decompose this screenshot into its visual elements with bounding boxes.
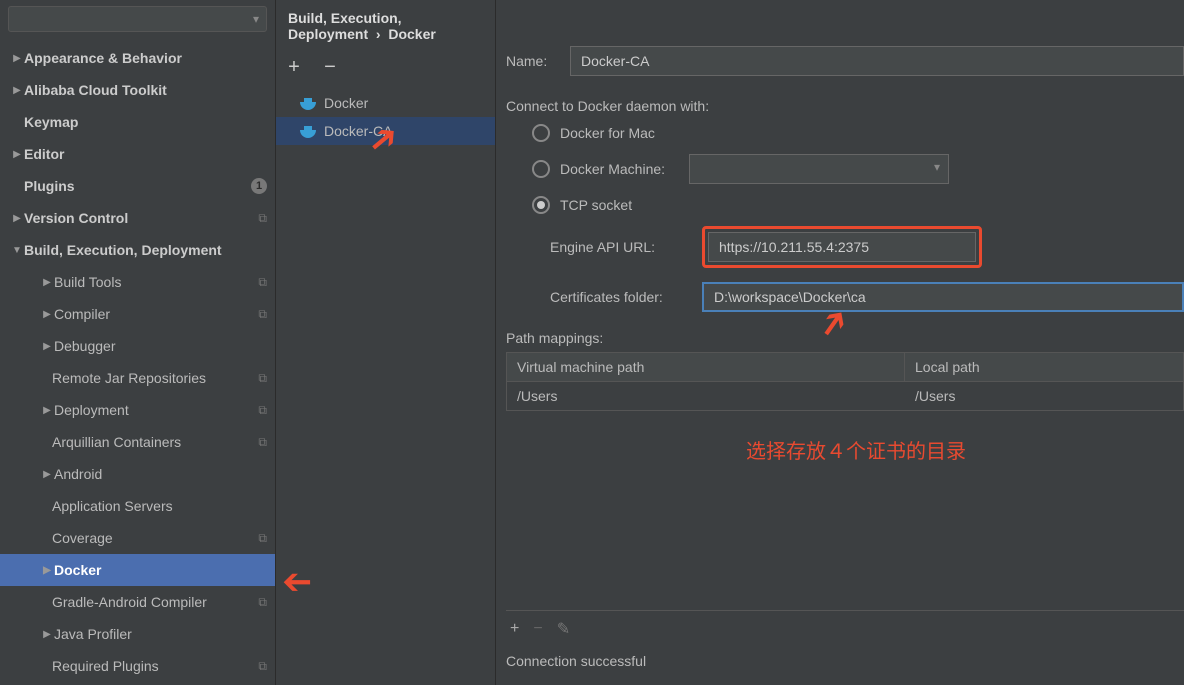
radio-docker-machine[interactable] — [532, 160, 550, 178]
breadcrumb-parent[interactable]: Build, Execution, Deployment — [288, 10, 402, 42]
tree-item-compiler[interactable]: ▶Compiler⧉ — [0, 298, 275, 330]
tree-item-appservers[interactable]: Application Servers — [0, 490, 275, 522]
edit-mapping-button[interactable]: ✎ — [557, 619, 570, 639]
tree-item-coverage[interactable]: Coverage⧉ — [0, 522, 275, 554]
docker-list-panel: Build, Execution, Deployment › Docker + … — [276, 0, 496, 685]
docker-item[interactable]: Docker — [276, 89, 495, 117]
chevron-right-icon: ▶ — [40, 469, 54, 480]
radio-tcp-socket[interactable] — [532, 196, 550, 214]
add-mapping-button[interactable]: + — [510, 620, 519, 638]
docker-icon — [300, 124, 316, 138]
tree-item-deployment[interactable]: ▶Deployment⧉ — [0, 394, 275, 426]
cert-folder-input[interactable] — [702, 282, 1184, 312]
plugins-badge: 1 — [251, 178, 267, 194]
docker-item-ca[interactable]: Docker-CA — [276, 117, 495, 145]
settings-tree: ▶Appearance & Behavior ▶Alibaba Cloud To… — [0, 38, 275, 685]
docker-item-label: Docker-CA — [324, 123, 392, 139]
name-label: Name: — [506, 53, 570, 69]
scope-icon: ⧉ — [258, 275, 267, 290]
docker-item-label: Docker — [324, 95, 368, 111]
remove-button[interactable]: − — [320, 56, 340, 79]
tree-item-remotejar[interactable]: Remote Jar Repositories⧉ — [0, 362, 275, 394]
tree-item-plugins[interactable]: Plugins1 — [0, 170, 275, 202]
scope-icon: ⧉ — [258, 403, 267, 418]
tree-item-android[interactable]: ▶Android — [0, 458, 275, 490]
scope-icon: ⧉ — [258, 659, 267, 674]
tree-item-build[interactable]: ▼Build, Execution, Deployment — [0, 234, 275, 266]
docker-machine-combo[interactable] — [689, 154, 949, 184]
tree-item-javaprofiler[interactable]: ▶Java Profiler — [0, 618, 275, 650]
docker-icon — [300, 96, 316, 110]
connect-label: Connect to Docker daemon with: — [506, 98, 1184, 114]
tree-item-docker[interactable]: ▶Docker — [0, 554, 275, 586]
add-button[interactable]: + — [284, 56, 304, 79]
chevron-right-icon: ▶ — [10, 149, 24, 160]
scope-icon: ⧉ — [258, 371, 267, 386]
tree-item-gradle[interactable]: Gradle-Android Compiler⧉ — [0, 586, 275, 618]
tree-item-required[interactable]: Required Plugins⧉ — [0, 650, 275, 682]
tree-item-vcs[interactable]: ▶Version Control⧉ — [0, 202, 275, 234]
docker-config-panel: Name: Connect to Docker daemon with: Doc… — [496, 0, 1184, 685]
chevron-right-icon: ▶ — [40, 565, 54, 576]
remove-mapping-button[interactable]: − — [533, 620, 542, 638]
search-input[interactable] — [8, 6, 267, 32]
breadcrumb: Build, Execution, Deployment › Docker — [276, 0, 495, 52]
settings-sidebar: Q ▾ ▶Appearance & Behavior ▶Alibaba Clou… — [0, 0, 276, 685]
breadcrumb-current: Docker — [388, 26, 435, 42]
tree-item-keymap[interactable]: Keymap — [0, 106, 275, 138]
tree-item-debugger[interactable]: ▶Debugger — [0, 330, 275, 362]
chevron-down-icon: ▼ — [10, 245, 24, 256]
chevron-right-icon: ▶ — [40, 309, 54, 320]
tree-item-alibaba[interactable]: ▶Alibaba Cloud Toolkit — [0, 74, 275, 106]
name-input[interactable] — [570, 46, 1184, 76]
col-local-path[interactable]: Local path — [905, 353, 1183, 381]
cert-folder-label: Certificates folder: — [550, 289, 702, 305]
annotation-highlight — [702, 226, 982, 268]
col-virtual-path[interactable]: Virtual machine path — [507, 353, 905, 381]
scope-icon: ⧉ — [258, 435, 267, 450]
path-mappings-label: Path mappings: — [506, 330, 1184, 346]
scope-icon: ⧉ — [258, 211, 267, 226]
tree-item-editor[interactable]: ▶Editor — [0, 138, 275, 170]
dropdown-icon[interactable]: ▾ — [253, 12, 259, 26]
scope-icon: ⧉ — [258, 595, 267, 610]
radio-docker-mac[interactable] — [532, 124, 550, 142]
chevron-right-icon: ▶ — [40, 277, 54, 288]
path-mappings-table: Virtual machine path Local path /Users /… — [506, 352, 1184, 411]
engine-url-label: Engine API URL: — [550, 239, 702, 255]
scope-icon: ⧉ — [258, 307, 267, 322]
chevron-right-icon: ▶ — [10, 53, 24, 64]
tree-item-buildtools[interactable]: ▶Build Tools⧉ — [0, 266, 275, 298]
chevron-right-icon: ▶ — [40, 341, 54, 352]
tree-item-arquillian[interactable]: Arquillian Containers⧉ — [0, 426, 275, 458]
chevron-right-icon: ▶ — [40, 405, 54, 416]
connection-status: Connection successful — [506, 647, 1184, 685]
tree-item-appearance[interactable]: ▶Appearance & Behavior — [0, 42, 275, 74]
chevron-right-icon: ▶ — [40, 629, 54, 640]
chevron-right-icon: ▶ — [10, 85, 24, 96]
annotation-text: 选择存放４个证书的目录 — [746, 435, 1184, 464]
table-row[interactable]: /Users /Users — [507, 382, 1183, 410]
engine-url-input[interactable] — [708, 232, 976, 262]
scope-icon: ⧉ — [258, 531, 267, 546]
chevron-right-icon: ▶ — [10, 213, 24, 224]
